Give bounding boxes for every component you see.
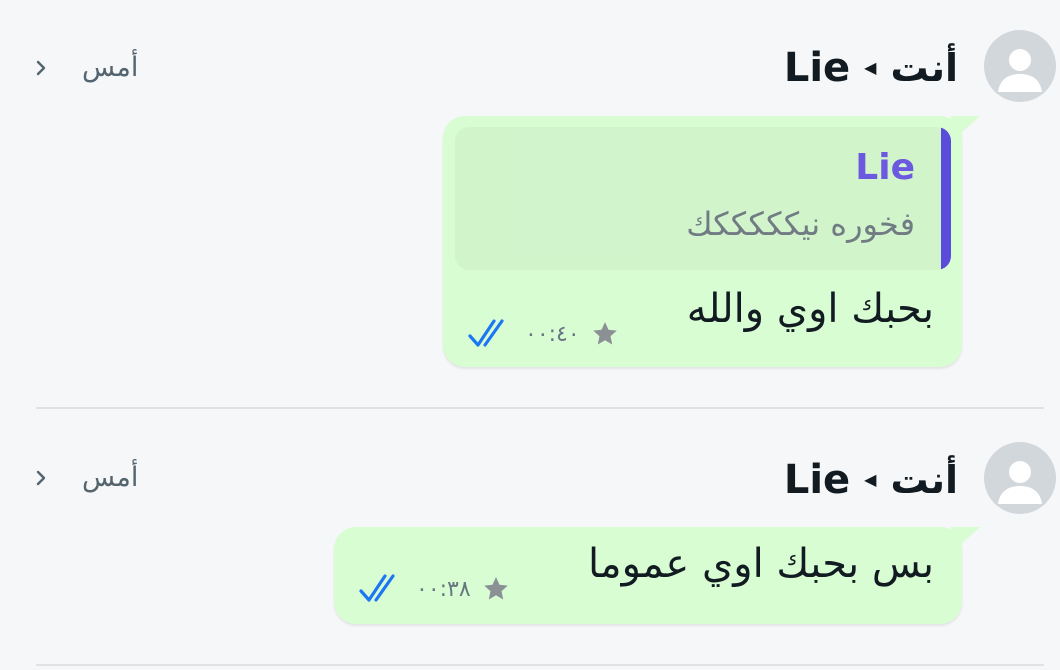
default-avatar-icon [984, 442, 1056, 514]
star-icon [592, 322, 617, 345]
default-avatar-icon [984, 30, 1056, 102]
message-date: أمس [82, 462, 139, 493]
chevron-right-icon[interactable] [32, 48, 52, 88]
double-check-icon [468, 319, 504, 347]
recipient-name: Lie [783, 45, 851, 91]
recipient-name: Lie [783, 457, 851, 503]
message-meta: ٠٠:٣٨ [358, 569, 511, 609]
message-header: أنت ◀ Lie [784, 452, 958, 508]
message-meta: ٠٠:٤٠ [467, 314, 620, 354]
sender-name: أنت [890, 46, 958, 90]
starred-messages-list: أنت ◀ Lie أمس Lie فخوره نيكككككك بحبك او… [0, 0, 1060, 670]
message-text: بس بحبك اوي عموما [587, 541, 934, 587]
item-divider [36, 664, 1044, 666]
message-date: أمس [82, 52, 139, 83]
message-header: أنت ◀ Lie [784, 40, 958, 96]
caret-left-icon: ◀ [864, 470, 877, 489]
message-bubble[interactable]: Lie فخوره نيكككككك بحبك اوي والله ٠٠:٤٠ [443, 116, 980, 367]
starred-message-item[interactable]: أنت ◀ Lie أمس Lie فخوره نيكككككك بحبك او… [0, 0, 1060, 410]
bubble-tail [950, 116, 980, 134]
message-time: ٠٠:٣٨ [416, 576, 471, 602]
item-divider [36, 407, 1044, 409]
quoted-message[interactable]: Lie فخوره نيكككككك [455, 127, 951, 270]
quote-text: فخوره نيكككككك [686, 205, 915, 243]
caret-left-icon: ◀ [864, 58, 877, 77]
star-icon [483, 577, 508, 600]
starred-message-item[interactable]: أنت ◀ Lie أمس بس بحبك اوي عموما ٠٠:٣٨ [0, 410, 1060, 670]
quote-author: Lie [855, 147, 915, 188]
bubble-tail [950, 527, 980, 545]
sender-name: أنت [890, 458, 958, 502]
message-text: بحبك اوي والله [686, 286, 934, 332]
chevron-right-icon[interactable] [32, 458, 52, 498]
message-time: ٠٠:٤٠ [525, 321, 580, 347]
message-bubble[interactable]: بس بحبك اوي عموما ٠٠:٣٨ [334, 527, 980, 624]
double-check-icon [359, 574, 395, 602]
quote-accent-bar [941, 127, 951, 270]
